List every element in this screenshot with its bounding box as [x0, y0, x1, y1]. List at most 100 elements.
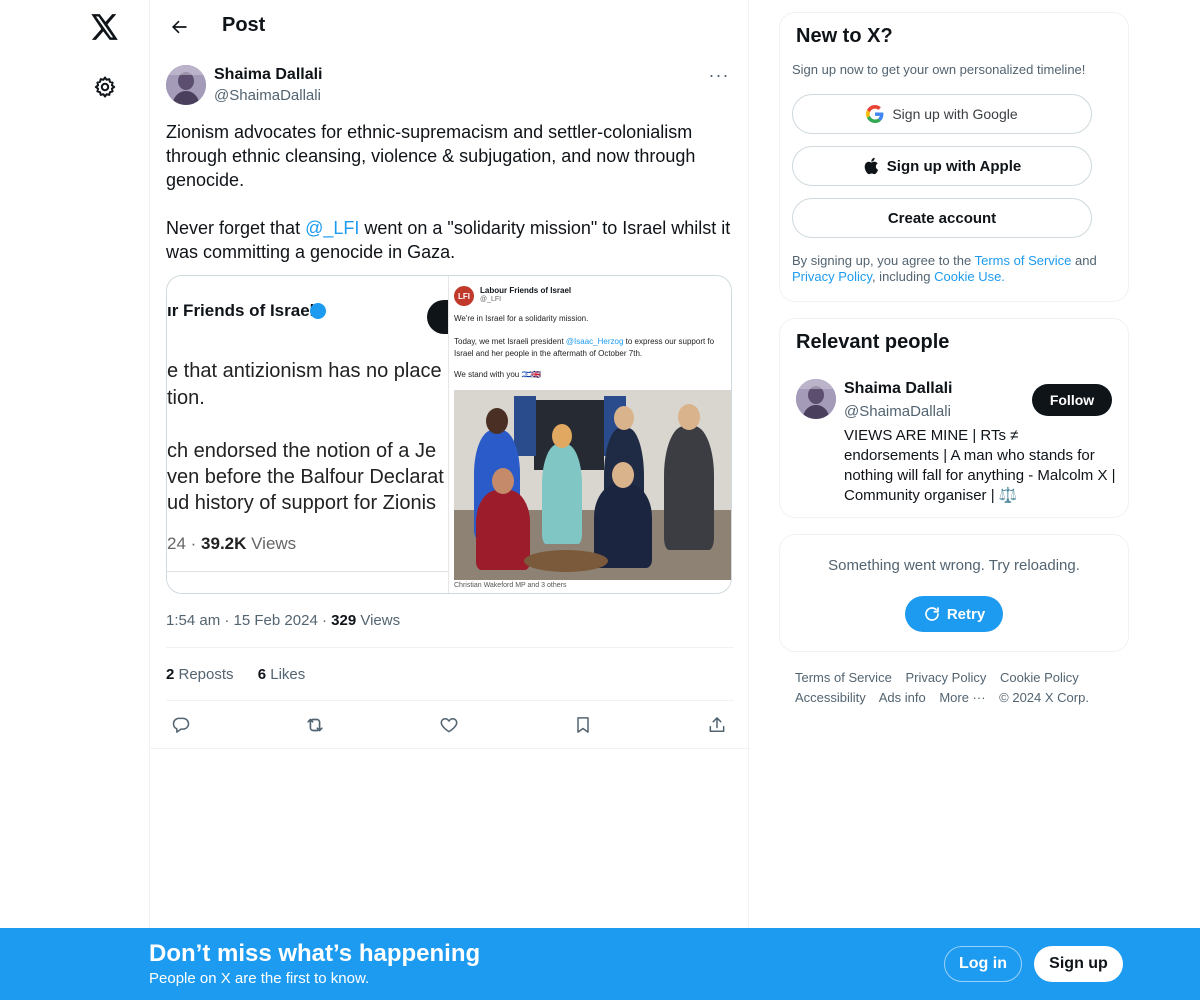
main-column: Post Shaima Dallali @ShaimaDallali ··· Z… — [149, 0, 750, 1000]
tweet-paragraph: Zionism advocates for ethnic-supremacism… — [166, 122, 696, 190]
mention-link[interactable]: @_LFI — [305, 218, 359, 238]
embedded-text-line: ven before the Balfour Declarat — [167, 466, 444, 488]
views-count: 329 — [331, 612, 357, 629]
embedded-views-label: Views — [246, 534, 297, 553]
google-icon — [866, 105, 884, 123]
tweet-author: Shaima Dallali @ShaimaDallali ··· — [166, 64, 736, 108]
footer-cookie-link[interactable]: Cookie Policy — [1000, 670, 1079, 685]
embedded-text-line: ud history of support for Zionis — [167, 492, 437, 514]
google-signup-button[interactable]: Sign up with Google — [792, 94, 1092, 134]
relevant-person-handle: @ShaimaDallali — [844, 403, 951, 420]
footer-accessibility-link[interactable]: Accessibility — [795, 690, 866, 705]
author-handle[interactable]: @ShaimaDallali — [214, 87, 321, 104]
signup-card-subtitle: Sign up now to get your own personalized… — [792, 62, 1086, 77]
tweet-date[interactable]: 15 Feb 2024 — [234, 612, 318, 629]
embedded-account-name: ır Friends of Israel — [167, 301, 315, 320]
privacy-link[interactable]: Privacy Policy — [792, 269, 872, 284]
more-options-button[interactable]: ··· — [702, 64, 736, 86]
like-button[interactable] — [432, 708, 466, 742]
terms-text: , including — [871, 269, 935, 284]
apple-icon — [863, 157, 879, 175]
embedded-account-name: Labour Friends of Israel — [480, 286, 572, 295]
divider — [167, 571, 448, 572]
embedded-account-handle: @_LFI — [480, 296, 502, 303]
tweet-actions — [166, 708, 734, 742]
divider — [166, 700, 734, 701]
relevant-people-title: Relevant people — [796, 331, 950, 353]
x-logo-icon[interactable] — [88, 10, 122, 44]
embedded-text-line: ch endorsed the notion of a Je — [167, 440, 437, 462]
tweet-stats: 2 Reposts 6 Likes — [166, 666, 325, 683]
embedded-follow-button — [427, 300, 448, 334]
reposts-stat[interactable]: 2 Reposts — [166, 666, 234, 683]
banner-subtitle: People on X are the first to know. — [149, 970, 370, 987]
embedded-text-line: We stand with you 🇮🇱🇬🇧 — [454, 370, 542, 379]
reposts-label: Reposts — [174, 666, 234, 683]
refresh-icon — [923, 605, 941, 623]
tweet-time[interactable]: 1:54 am — [166, 612, 220, 629]
verified-icon — [310, 303, 326, 319]
signup-terms: By signing up, you agree to the Terms of… — [792, 253, 1122, 285]
embedded-views-prefix: 24 · — [167, 534, 202, 553]
footer-links: Terms of Service Privacy Policy Cookie P… — [795, 668, 1125, 708]
footer-ads-link[interactable]: Ads info — [879, 690, 926, 705]
apple-signup-label: Sign up with Apple — [886, 157, 1022, 175]
google-signup-label: Sign up with Google — [892, 106, 1018, 122]
back-button[interactable] — [162, 10, 196, 44]
likes-count: 6 — [257, 666, 267, 683]
apple-signup-button[interactable]: Sign up with Apple — [792, 146, 1092, 186]
reply-icon — [172, 717, 190, 733]
group-photo — [454, 390, 731, 580]
embedded-text-line: We're in Israel for a solidarity mission… — [454, 314, 589, 323]
tweet-media[interactable]: ır Friends of Israel e that antizionism … — [166, 275, 732, 594]
media-image-left: ır Friends of Israel e that antizionism … — [167, 276, 449, 593]
page-header: Post — [150, 0, 750, 54]
signup-button[interactable]: Sign up — [1034, 946, 1123, 982]
terms-text: By signing up, you agree to the — [792, 253, 975, 268]
footer-copyright: © 2024 X Corp. — [999, 690, 1089, 705]
embedded-views: 24 · 39.2K Views — [167, 534, 296, 554]
more-icon: ··· — [708, 64, 730, 85]
reply-button[interactable] — [164, 708, 198, 742]
relevant-person-name[interactable]: Shaima Dallali — [844, 380, 953, 398]
gear-icon[interactable] — [88, 70, 122, 104]
embedded-text-line: Israel and her people in the aftermath o… — [454, 349, 643, 358]
footer-privacy-link[interactable]: Privacy Policy — [905, 670, 986, 685]
embedded-views-count: 39.2K — [201, 534, 247, 553]
meta-separator: · — [321, 612, 332, 629]
share-icon — [709, 717, 725, 732]
terms-text: and — [1071, 253, 1097, 268]
page-title: Post — [222, 14, 266, 36]
create-account-button[interactable]: Create account — [792, 198, 1092, 238]
relevant-person-bio: VIEWS ARE MINE | RTs ≠ endorsements | A … — [844, 427, 1116, 504]
divider — [166, 647, 734, 648]
embedded-text-line: e that antizionism has no place — [167, 360, 442, 382]
signup-banner: Don’t miss what’s happening People on X … — [0, 928, 1200, 1000]
signup-card: New to X? Sign up now to get your own pe… — [779, 12, 1129, 302]
cookie-link[interactable]: Cookie Use. — [934, 269, 1005, 284]
arrow-left-icon — [172, 20, 187, 34]
author-name[interactable]: Shaima Dallali — [214, 66, 323, 84]
retry-button[interactable]: Retry — [905, 596, 1003, 632]
login-button[interactable]: Log in — [944, 946, 1022, 982]
avatar[interactable] — [166, 65, 206, 105]
likes-label: Likes — [266, 666, 306, 683]
create-account-label: Create account — [887, 209, 997, 227]
bookmark-button[interactable] — [566, 708, 600, 742]
error-message: Something went wrong. Try reloading. — [828, 557, 1080, 574]
footer-more-link[interactable]: More ··· — [939, 690, 985, 705]
retry-label: Retry — [946, 605, 986, 623]
repost-button[interactable] — [298, 708, 332, 742]
tweet-text: Zionism advocates for ethnic-supremacism… — [166, 120, 736, 288]
relevant-people-card: Relevant people Shaima Dallali @ShaimaDa… — [779, 318, 1129, 518]
banner-title: Don’t miss what’s happening — [149, 940, 481, 967]
likes-stat[interactable]: 6 Likes — [258, 666, 306, 683]
bookmark-icon — [577, 717, 589, 733]
follow-button[interactable]: Follow — [1032, 384, 1112, 416]
terms-link[interactable]: Terms of Service — [975, 253, 1072, 268]
embedded-text-segment: to express our support fo — [623, 337, 715, 346]
share-button[interactable] — [700, 708, 734, 742]
footer-terms-link[interactable]: Terms of Service — [795, 670, 892, 685]
embedded-text-line: Today, we met Israeli president @Isaac_H… — [454, 337, 714, 346]
avatar[interactable] — [796, 379, 836, 419]
